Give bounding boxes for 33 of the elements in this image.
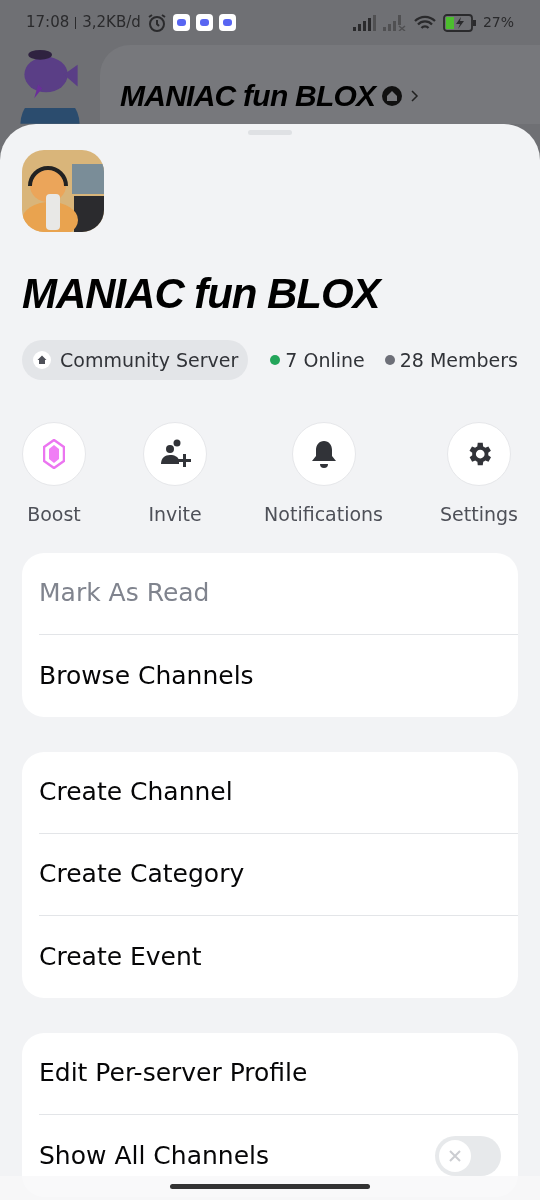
menu-item[interactable]: Browse Channels [39, 656, 254, 695]
action-button[interactable]: Notifications [264, 422, 383, 529]
no-signal-icon [382, 14, 407, 31]
network-speed: 3,2KB/d [82, 12, 141, 34]
alarm-icon [146, 12, 167, 33]
close-icon [447, 1147, 463, 1164]
action-button[interactable]: Settings [440, 422, 518, 529]
home-icon [32, 350, 52, 370]
wifi-icon [412, 13, 437, 32]
signal-icon [352, 14, 377, 31]
server-name: MANIAC fun BLOX [22, 270, 518, 318]
app-notification-icon [195, 14, 213, 31]
battery-icon [442, 13, 477, 32]
menu-item[interactable]: Create Channel [39, 773, 233, 811]
battery-percent: 27% [482, 13, 514, 32]
app-notification-icon [172, 14, 190, 31]
add-people-icon [159, 438, 192, 470]
menu-item[interactable]: Edit Per-server Profile [39, 1054, 308, 1092]
background-server-title: MANIAC fun BLOX [120, 78, 376, 114]
menu-item[interactable]: Create Event [39, 937, 202, 976]
community-badge-icon [381, 84, 404, 107]
community-server-chip[interactable]: Community Server [22, 340, 249, 380]
online-count: 7 Online [285, 347, 365, 373]
bell-icon [310, 439, 337, 469]
gem-icon [43, 439, 65, 469]
menu-item[interactable]: Show All Channels [39, 1136, 269, 1175]
server-icon [18, 108, 82, 124]
home-indicator[interactable] [170, 1184, 370, 1189]
member-count: 28 Members [399, 347, 518, 373]
app-notification-icon [218, 14, 236, 31]
status-time: 17:08 [26, 12, 70, 34]
menu-item[interactable]: Create Category [39, 855, 245, 893]
chevron-right-icon [409, 88, 420, 103]
